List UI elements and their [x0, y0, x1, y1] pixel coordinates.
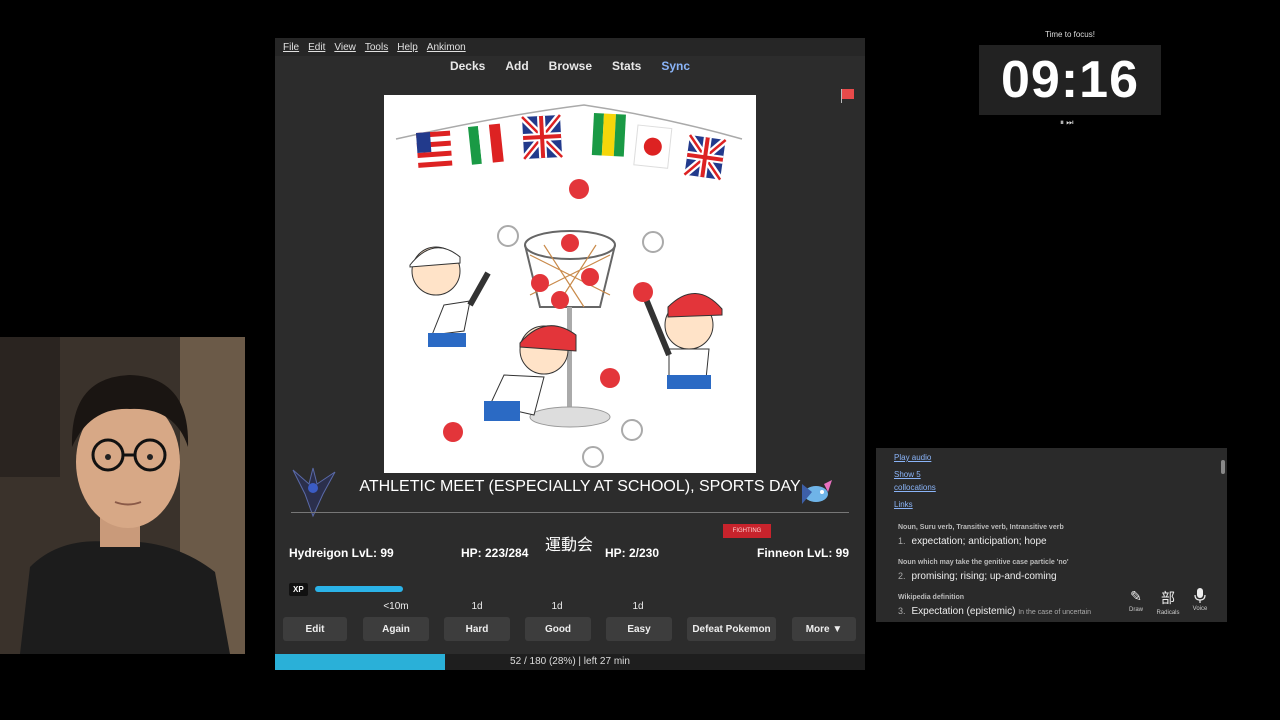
- more-button[interactable]: More ▼: [792, 617, 856, 641]
- definition-text: Expectation (epistemic): [911, 606, 1016, 617]
- timer-controls[interactable]: ⏸ ⏭: [1060, 118, 1073, 128]
- xp-bar: [315, 586, 403, 592]
- definition-text: expectation; anticipation; hope: [911, 536, 1047, 547]
- definition-number: 3.: [898, 606, 906, 616]
- nav-add[interactable]: Add: [505, 59, 528, 77]
- nav-sync[interactable]: Sync: [661, 59, 690, 77]
- easy-interval: 1d: [632, 601, 644, 612]
- player-hp: HP: 223/284: [461, 546, 529, 560]
- definition-number: 1.: [898, 536, 906, 546]
- definition-1: 1. expectation; anticipation; hope: [898, 536, 1047, 547]
- scrollbar[interactable]: [1221, 460, 1225, 474]
- nav-browse[interactable]: Browse: [549, 59, 592, 77]
- enemy-hp: HP: 2/230: [605, 546, 660, 560]
- pencil-icon: ✎: [1130, 588, 1142, 604]
- draw-tool[interactable]: ✎ Draw: [1121, 588, 1151, 613]
- defeat-pokemon-button[interactable]: Defeat Pokemon: [687, 617, 776, 641]
- collocations-link[interactable]: collocations: [894, 483, 936, 492]
- timer-box: 09:16: [979, 45, 1161, 115]
- pos-label-3: Wikipedia definition: [898, 594, 965, 601]
- pos-label-2: Noun which may take the genitive case pa…: [898, 559, 1069, 566]
- timer-time: 09:16: [1001, 51, 1139, 109]
- edit-button[interactable]: Edit: [283, 617, 347, 641]
- flag-icon[interactable]: [841, 89, 854, 103]
- voice-label: Voice: [1192, 606, 1208, 612]
- again-interval: <10m: [383, 601, 409, 612]
- definition-3: 3. Expectation (epistemic) In the case of…: [898, 606, 1091, 617]
- microphone-icon: [1194, 588, 1206, 603]
- easy-button[interactable]: Easy: [606, 617, 672, 641]
- show-collocations-link[interactable]: Show 5: [894, 470, 921, 479]
- definition-text: promising; rising; up-and-coming: [911, 571, 1057, 582]
- hard-interval: 1d: [471, 601, 483, 612]
- pos-label-1: Noun, Suru verb, Transitive verb, Intran…: [898, 524, 1064, 531]
- hydreigon-sprite-icon: [292, 467, 336, 518]
- menu-bar: File Edit View Tools Help Ankimon: [275, 38, 865, 56]
- good-interval: 1d: [551, 601, 563, 612]
- menu-edit[interactable]: Edit: [308, 42, 325, 53]
- timer-label: Time to focus!: [1045, 30, 1095, 39]
- card-meaning: ATHLETIC MEET (ESPECIALLY AT SCHOOL), SP…: [359, 478, 801, 495]
- definition-2: 2. promising; rising; up-and-coming: [898, 571, 1057, 582]
- hard-button[interactable]: Hard: [444, 617, 510, 641]
- streamer-webcam-image: [0, 337, 245, 654]
- card-illustration: [384, 95, 756, 473]
- radicals-tool[interactable]: 部 Radicals: [1153, 588, 1183, 616]
- xp-label: XP: [289, 583, 308, 596]
- enemy-pokemon-name: Finneon LvL: 99: [757, 546, 850, 560]
- voice-tool[interactable]: Voice: [1185, 588, 1215, 612]
- good-button[interactable]: Good: [525, 617, 591, 641]
- player-pokemon-name: Hydreigon LvL: 99: [289, 546, 394, 560]
- dictionary-panel: Play audio Show 5 collocations Links Nou…: [876, 448, 1227, 622]
- menu-file[interactable]: File: [283, 42, 299, 53]
- progress-text: 52 / 180 (28%) | left 27 min: [510, 656, 630, 667]
- radicals-icon: 部: [1161, 590, 1175, 606]
- divider: [291, 512, 849, 513]
- again-button[interactable]: Again: [363, 617, 429, 641]
- anki-window: File Edit View Tools Help Ankimon Decks …: [275, 38, 865, 670]
- play-audio-link[interactable]: Play audio: [894, 453, 931, 462]
- definition-number: 2.: [898, 571, 906, 581]
- enemy-type-badge: FIGHTING: [723, 524, 771, 538]
- definition-extra: In the case of uncertain: [1018, 609, 1092, 616]
- top-navigation: Decks Add Browse Stats Sync: [275, 59, 865, 77]
- webcam-feed: [0, 337, 245, 654]
- links-link[interactable]: Links: [894, 500, 913, 509]
- card-kanji: 運動会: [545, 537, 594, 554]
- menu-view[interactable]: View: [334, 42, 356, 53]
- menu-help[interactable]: Help: [397, 42, 418, 53]
- menu-tools[interactable]: Tools: [365, 42, 388, 53]
- nav-decks[interactable]: Decks: [450, 59, 485, 77]
- radicals-label: Radicals: [1156, 610, 1180, 616]
- draw-label: Draw: [1128, 607, 1143, 613]
- sports-day-illustration: [395, 104, 743, 468]
- dictionary-toolbar: ✎ Draw 部 Radicals Voice: [1119, 588, 1217, 620]
- menu-ankimon[interactable]: Ankimon: [427, 42, 466, 53]
- nav-stats[interactable]: Stats: [612, 59, 641, 77]
